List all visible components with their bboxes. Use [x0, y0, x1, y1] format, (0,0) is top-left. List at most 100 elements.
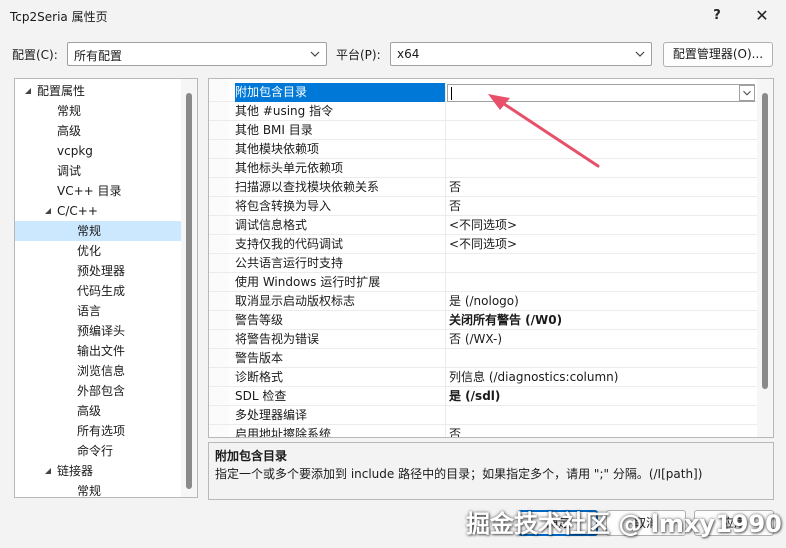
column-divider: [445, 102, 446, 121]
tree-item-label: 调试: [57, 164, 82, 178]
tree-item[interactable]: 常规: [15, 221, 181, 241]
property-name: 警告等级: [235, 313, 284, 327]
property-value: <不同选项>: [449, 237, 518, 251]
tree-item-label: 常规: [77, 484, 102, 498]
grid-scrollbar-thumb[interactable]: [762, 93, 768, 389]
column-divider: [445, 140, 446, 159]
property-tree[interactable]: 配置属性 常规 高级 vcpkg 调试 VC++ 目录 C/C++ 常规 优化 预处理器 代码生成语…: [14, 78, 198, 498]
description-text: 指定一个或多个要添加到 include 路径中的目录；如果指定多个，请用 ";"…: [215, 467, 703, 481]
help-button[interactable]: ?: [705, 5, 729, 27]
description-title: 附加包含目录: [215, 449, 288, 463]
properties-dialog: Tcp2Seria 属性页 ? ✕ 配置(C): 所有配置 平台(P): x64…: [0, 0, 786, 548]
tree-scrollbar-thumb[interactable]: [186, 93, 192, 489]
column-divider: [445, 159, 446, 178]
column-divider: [445, 216, 446, 235]
expand-caret-icon[interactable]: [23, 86, 33, 96]
column-divider: [445, 425, 446, 437]
column-divider: [445, 235, 446, 254]
grid-row[interactable]: 将包含转换为导入 否: [209, 197, 757, 216]
tree-item-label: 外部包含: [77, 384, 126, 398]
property-name: 将警告视为错误: [235, 332, 320, 346]
property-name: 支持仅我的代码调试: [235, 237, 344, 251]
grid-row[interactable]: 警告版本: [209, 349, 757, 368]
config-select[interactable]: 所有配置: [67, 42, 327, 66]
tree-item-label: 常规: [57, 104, 82, 118]
property-value: 否 (/WX-): [449, 332, 503, 346]
tree-item[interactable]: VC++ 目录: [15, 181, 181, 201]
tree-scrollbar[interactable]: [181, 79, 197, 497]
property-value: <不同选项>: [449, 218, 518, 232]
tree-item[interactable]: 输出文件: [15, 341, 181, 361]
grid-row[interactable]: 多处理器编译: [209, 406, 757, 425]
tree-item[interactable]: 配置属性: [15, 81, 181, 101]
grid-row[interactable]: 诊断格式 列信息 (/diagnostics:column): [209, 368, 757, 387]
column-divider: [445, 311, 446, 330]
property-value: [449, 349, 749, 368]
grid-row[interactable]: 警告等级 关闭所有警告 (/W0): [209, 311, 757, 330]
platform-select[interactable]: x64: [390, 42, 652, 66]
column-divider: [445, 349, 446, 368]
expand-caret-icon[interactable]: [43, 206, 53, 216]
column-divider: [445, 83, 446, 102]
tree-item-label: 优化: [77, 244, 102, 258]
grid-row[interactable]: 扫描源以查找模块依赖关系 否: [209, 178, 757, 197]
tree-item[interactable]: 预处理器: [15, 261, 181, 281]
config-label: 配置(C):: [12, 48, 58, 62]
column-divider: [445, 254, 446, 273]
watermark-text: 掘金技术社区 @ lmxy1990: [466, 510, 782, 538]
tree-item[interactable]: 常规: [15, 481, 181, 498]
tree-item[interactable]: 命令行: [15, 441, 181, 461]
column-divider: [445, 387, 446, 406]
column-divider: [445, 292, 446, 311]
grid-scrollbar[interactable]: [757, 79, 773, 437]
tree-item[interactable]: 代码生成: [15, 281, 181, 301]
property-name: 取消显示启动版权标志: [235, 294, 356, 308]
grid-row[interactable]: 公共语言运行时支持: [209, 254, 757, 273]
tree-item[interactable]: 外部包含: [15, 381, 181, 401]
grid-row[interactable]: 将警告视为错误 否 (/WX-): [209, 330, 757, 349]
tree-item[interactable]: vcpkg: [15, 141, 181, 161]
config-manager-button[interactable]: 配置管理器(O)...: [663, 42, 773, 67]
property-name: 其他标头单元依赖项: [235, 161, 344, 175]
tree-item-label: 常规: [77, 224, 102, 238]
property-name: 其他模块依赖项: [235, 142, 320, 156]
column-divider: [445, 273, 446, 292]
tree-item[interactable]: 语言: [15, 301, 181, 321]
property-value: 是 (/sdl): [449, 389, 501, 403]
property-value: [449, 406, 749, 425]
chevron-down-icon[interactable]: [739, 85, 755, 101]
column-divider: [445, 406, 446, 425]
property-name: 多处理器编译: [235, 408, 308, 422]
tree-item[interactable]: 所有选项: [15, 421, 181, 441]
tree-item-label: 语言: [77, 304, 102, 318]
property-name: 使用 Windows 运行时扩展: [235, 275, 381, 289]
tree-item[interactable]: 高级: [15, 121, 181, 141]
expand-caret-icon[interactable]: [43, 466, 53, 476]
tree-item[interactable]: 链接器: [15, 461, 181, 481]
tree-item[interactable]: 高级: [15, 401, 181, 421]
grid-row[interactable]: 使用 Windows 运行时扩展: [209, 273, 757, 292]
grid-row[interactable]: 取消显示启动版权标志 是 (/nologo): [209, 292, 757, 311]
tree-item[interactable]: 常规: [15, 101, 181, 121]
grid-row[interactable]: 调试信息格式 <不同选项>: [209, 216, 757, 235]
tree-item-label: VC++ 目录: [57, 184, 122, 198]
tree-item[interactable]: 预编译头: [15, 321, 181, 341]
property-name: 调试信息格式: [235, 218, 308, 232]
grid-row[interactable]: SDL 检查 是 (/sdl): [209, 387, 757, 406]
window-title: Tcp2Seria 属性页: [10, 10, 108, 24]
tree-item-label: 输出文件: [77, 344, 126, 358]
tree-item[interactable]: 浏览信息: [15, 361, 181, 381]
property-value: 关闭所有警告 (/W0): [449, 313, 563, 327]
grid-row[interactable]: 启用地址擦除系统 否: [209, 425, 757, 437]
tree-item[interactable]: 调试: [15, 161, 181, 181]
tree-item-label: 代码生成: [77, 284, 126, 298]
chevron-down-icon: [310, 51, 320, 57]
tree-item-label: 高级: [77, 404, 102, 418]
grid-row[interactable]: 支持仅我的代码调试 <不同选项>: [209, 235, 757, 254]
property-name: 诊断格式: [235, 370, 284, 384]
property-value: 列信息 (/diagnostics:column): [449, 370, 619, 384]
tree-item[interactable]: 优化: [15, 241, 181, 261]
tree-item[interactable]: C/C++: [15, 201, 181, 221]
close-button[interactable]: ✕: [750, 5, 774, 27]
tree-item-label: 链接器: [57, 464, 94, 478]
